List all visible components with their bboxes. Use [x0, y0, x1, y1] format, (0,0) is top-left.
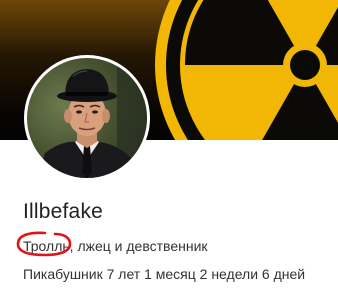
profile-bio: Тролль, лжец и девственник	[23, 238, 208, 254]
bio-rest-text: лжец и девственник	[73, 238, 208, 254]
profile-tenure: Пикабушник 7 лет 1 месяц 2 недели 6 дней	[23, 266, 306, 282]
user-photo-man-in-bowler-hat	[27, 58, 147, 178]
profile-card: Illbefake Тролль, лжец и девственник Пик…	[0, 0, 338, 294]
bio-highlight-text: Тролль,	[23, 238, 74, 254]
avatar[interactable]	[27, 58, 147, 178]
profile-username: Illbefake	[23, 200, 104, 223]
